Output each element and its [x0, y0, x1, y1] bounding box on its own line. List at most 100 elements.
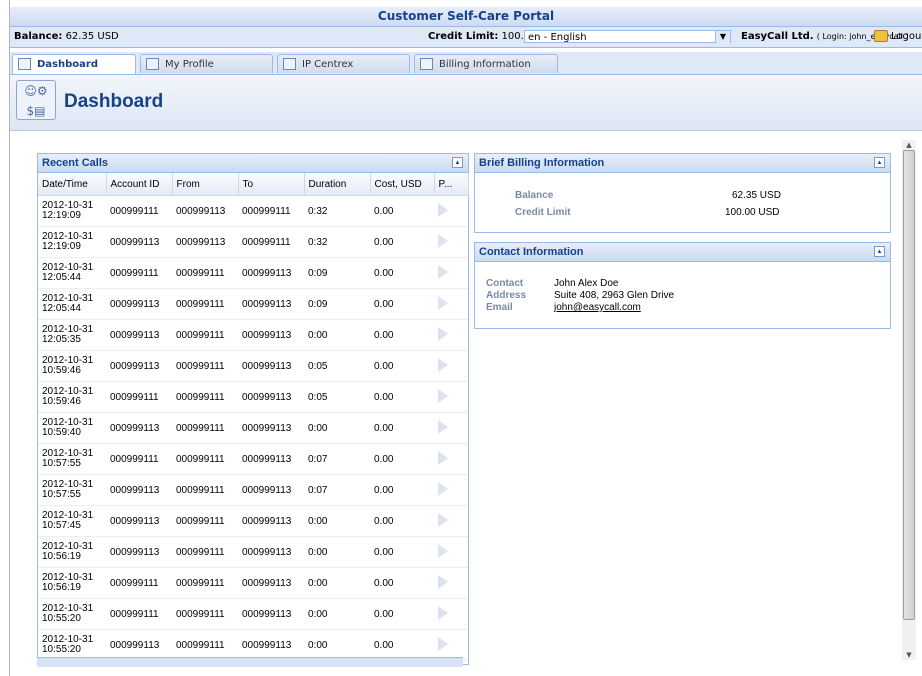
cell-account-id: 000999113 [106, 505, 172, 537]
table-header-row: Date/Time Account ID From To Duration Co… [38, 173, 469, 196]
table-row[interactable]: 2012-10-31 10:55:20 000999111 000999111 0009… [38, 598, 468, 630]
cell-date-time: 2012-10-31 10:59:46 [38, 381, 106, 413]
cell-time: 10:57:55 [42, 489, 81, 500]
column-header-to[interactable]: To [238, 173, 305, 196]
cell-account-id: 000999113 [106, 412, 172, 444]
table-row[interactable]: 2012-10-31 12:19:09 000999111 000999113 0009… [38, 195, 468, 227]
cell-time: 12:05:44 [42, 272, 81, 283]
scroll-up-icon[interactable]: ▲ [902, 140, 916, 150]
play-icon[interactable] [438, 388, 448, 403]
tab-my-profile[interactable]: My Profile [140, 54, 273, 73]
table-row[interactable]: 2012-10-31 12:05:35 000999113 000999111 0009… [38, 319, 468, 351]
cell-to: 000999113 [238, 443, 304, 475]
play-icon[interactable] [438, 419, 448, 434]
cell-time: 10:59:46 [42, 396, 81, 407]
email-link[interactable]: john@easycall.com [554, 302, 641, 313]
tab-billing-information[interactable]: Billing Information [414, 54, 558, 73]
collapse-icon[interactable]: ▲ [452, 157, 463, 168]
cell-cost: 0.00 [370, 505, 434, 537]
column-header-duration[interactable]: Duration [304, 173, 371, 196]
play-icon[interactable] [438, 574, 448, 589]
cell-from: 000999111 [172, 536, 238, 568]
cell-to: 000999113 [238, 598, 304, 630]
cell-date-time: 2012-10-31 12:19:09 [38, 195, 106, 227]
contact-panel: Contact Information ▲ Contact John Alex D… [474, 242, 891, 329]
cell-duration: 0:05 [304, 350, 370, 382]
dashboard-icon [18, 58, 31, 70]
cell-duration: 0:09 [304, 257, 370, 289]
chevron-down-icon[interactable]: ▼ [715, 31, 730, 43]
cell-to: 000999113 [238, 350, 304, 382]
column-header-date-time[interactable]: Date/Time [38, 173, 107, 196]
table-row[interactable]: 2012-10-31 12:05:44 000999111 000999111 0009… [38, 257, 468, 289]
cell-cost: 0.00 [370, 319, 434, 351]
column-header-from[interactable]: From [172, 173, 239, 196]
play-icon[interactable] [438, 605, 448, 620]
cell-time: 10:55:20 [42, 644, 81, 655]
play-icon[interactable] [438, 512, 448, 527]
cell-time: 10:55:20 [42, 613, 81, 624]
cell-cost: 0.00 [370, 598, 434, 630]
table-row[interactable]: 2012-10-31 12:19:09 000999113 000999113 0009… [38, 226, 468, 258]
play-icon[interactable] [438, 264, 448, 279]
logout-button[interactable]: Logout [874, 27, 922, 47]
play-icon[interactable] [438, 450, 448, 465]
cell-to: 000999113 [238, 536, 304, 568]
cell-play [434, 567, 468, 599]
billing-panel: Brief Billing Information ▲ Balance 62.35… [474, 153, 891, 233]
cell-to: 000999111 [238, 226, 304, 258]
cell-play [434, 629, 468, 661]
billing-credit-value: 100.00 USD [725, 207, 780, 218]
play-icon[interactable] [438, 481, 448, 496]
table-row[interactable]: 2012-10-31 10:56:19 000999113 000999111 0009… [38, 536, 468, 568]
cell-cost: 0.00 [370, 381, 434, 413]
table-row[interactable]: 2012-10-31 10:57:55 000999111 000999111 0009… [38, 443, 468, 475]
cell-cost: 0.00 [370, 443, 434, 475]
collapse-icon[interactable]: ▲ [874, 157, 885, 168]
cell-play [434, 536, 468, 568]
cell-date-time: 2012-10-31 10:57:45 [38, 505, 106, 537]
language-select[interactable]: en - English ▼ [524, 30, 731, 43]
user-icon [146, 58, 159, 70]
cell-account-id: 000999111 [106, 257, 172, 289]
tab-dashboard[interactable]: Dashboard [12, 54, 136, 74]
tab-ip-centrex[interactable]: IP Centrex [277, 54, 410, 73]
scrollbar-thumb[interactable] [903, 150, 915, 620]
play-icon[interactable] [438, 543, 448, 558]
table-row[interactable]: 2012-10-31 10:59:46 000999111 000999111 0009… [38, 381, 468, 413]
cell-date-time: 2012-10-31 10:55:20 [38, 598, 106, 630]
play-icon[interactable] [438, 233, 448, 248]
tab-billing-label: Billing Information [439, 59, 531, 70]
billing-balance-value: 62.35 USD [732, 190, 781, 201]
play-icon[interactable] [438, 357, 448, 372]
cell-cost: 0.00 [370, 288, 434, 320]
cell-cost: 0.00 [370, 195, 434, 227]
cell-date-time: 2012-10-31 10:59:40 [38, 412, 106, 444]
table-row[interactable]: 2012-10-31 10:59:40 000999113 000999111 0009… [38, 412, 468, 444]
table-row[interactable]: 2012-10-31 10:57:45 000999113 000999111 0009… [38, 505, 468, 537]
cell-play [434, 195, 468, 227]
collapse-icon[interactable]: ▲ [874, 246, 885, 257]
table-row[interactable]: 2012-10-31 10:56:19 000999111 000999111 0009… [38, 567, 468, 599]
cell-play [434, 412, 468, 444]
table-row[interactable]: 2012-10-31 10:57:55 000999113 000999111 0009… [38, 474, 468, 506]
play-icon[interactable] [438, 636, 448, 651]
language-value: en - English [528, 32, 587, 43]
column-header-cost[interactable]: Cost, USD [370, 173, 435, 196]
scroll-down-icon[interactable]: ▼ [902, 650, 916, 660]
table-row[interactable]: 2012-10-31 10:55:20 000999113 000999111 0009… [38, 629, 468, 661]
table-row[interactable]: 2012-10-31 10:59:46 000999113 000999111 0009… [38, 350, 468, 382]
vertical-scrollbar[interactable]: ▲ ▼ [902, 140, 916, 660]
page-header: ☺⚙ $▤ Dashboard [10, 75, 922, 131]
column-header-play[interactable]: P... [434, 173, 469, 196]
play-icon[interactable] [438, 202, 448, 217]
table-row[interactable]: 2012-10-31 12:05:44 000999113 000999111 0009… [38, 288, 468, 320]
contact-header: Contact Information ▲ [475, 243, 890, 262]
address-value: Suite 408, 2963 Glen Drive [554, 290, 675, 301]
cell-play [434, 443, 468, 475]
cell-time: 12:19:09 [42, 210, 81, 221]
play-icon[interactable] [438, 295, 448, 310]
play-icon[interactable] [438, 326, 448, 341]
cell-from: 000999111 [172, 350, 238, 382]
column-header-account-id[interactable]: Account ID [106, 173, 173, 196]
